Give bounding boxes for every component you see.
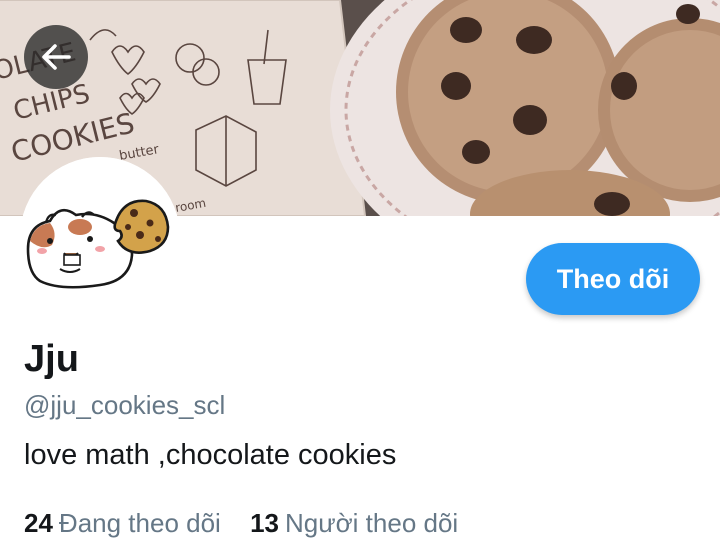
- follow-button-label: Theo dõi: [556, 263, 670, 294]
- display-name: Jju: [24, 338, 79, 380]
- follow-stats: 24 Đang theo dõi 13 Người theo dõi: [24, 508, 480, 539]
- following-stat[interactable]: 24 Đang theo dõi: [24, 508, 221, 539]
- arrow-left-icon: [42, 44, 71, 70]
- following-label: Đang theo dõi: [58, 508, 221, 538]
- avatar-image: [20, 157, 180, 317]
- back-button[interactable]: [24, 25, 88, 89]
- followers-count: 13: [250, 508, 279, 538]
- username-handle: @jju_cookies_scl: [24, 390, 226, 420]
- followers-stat[interactable]: 13 Người theo dõi: [250, 508, 458, 539]
- avatar[interactable]: [20, 157, 180, 317]
- following-count: 24: [24, 508, 53, 538]
- followers-label: Người theo dõi: [284, 508, 459, 538]
- profile-bio: love math ,chocolate cookies: [24, 439, 397, 471]
- follow-button[interactable]: Theo dõi: [526, 243, 700, 315]
